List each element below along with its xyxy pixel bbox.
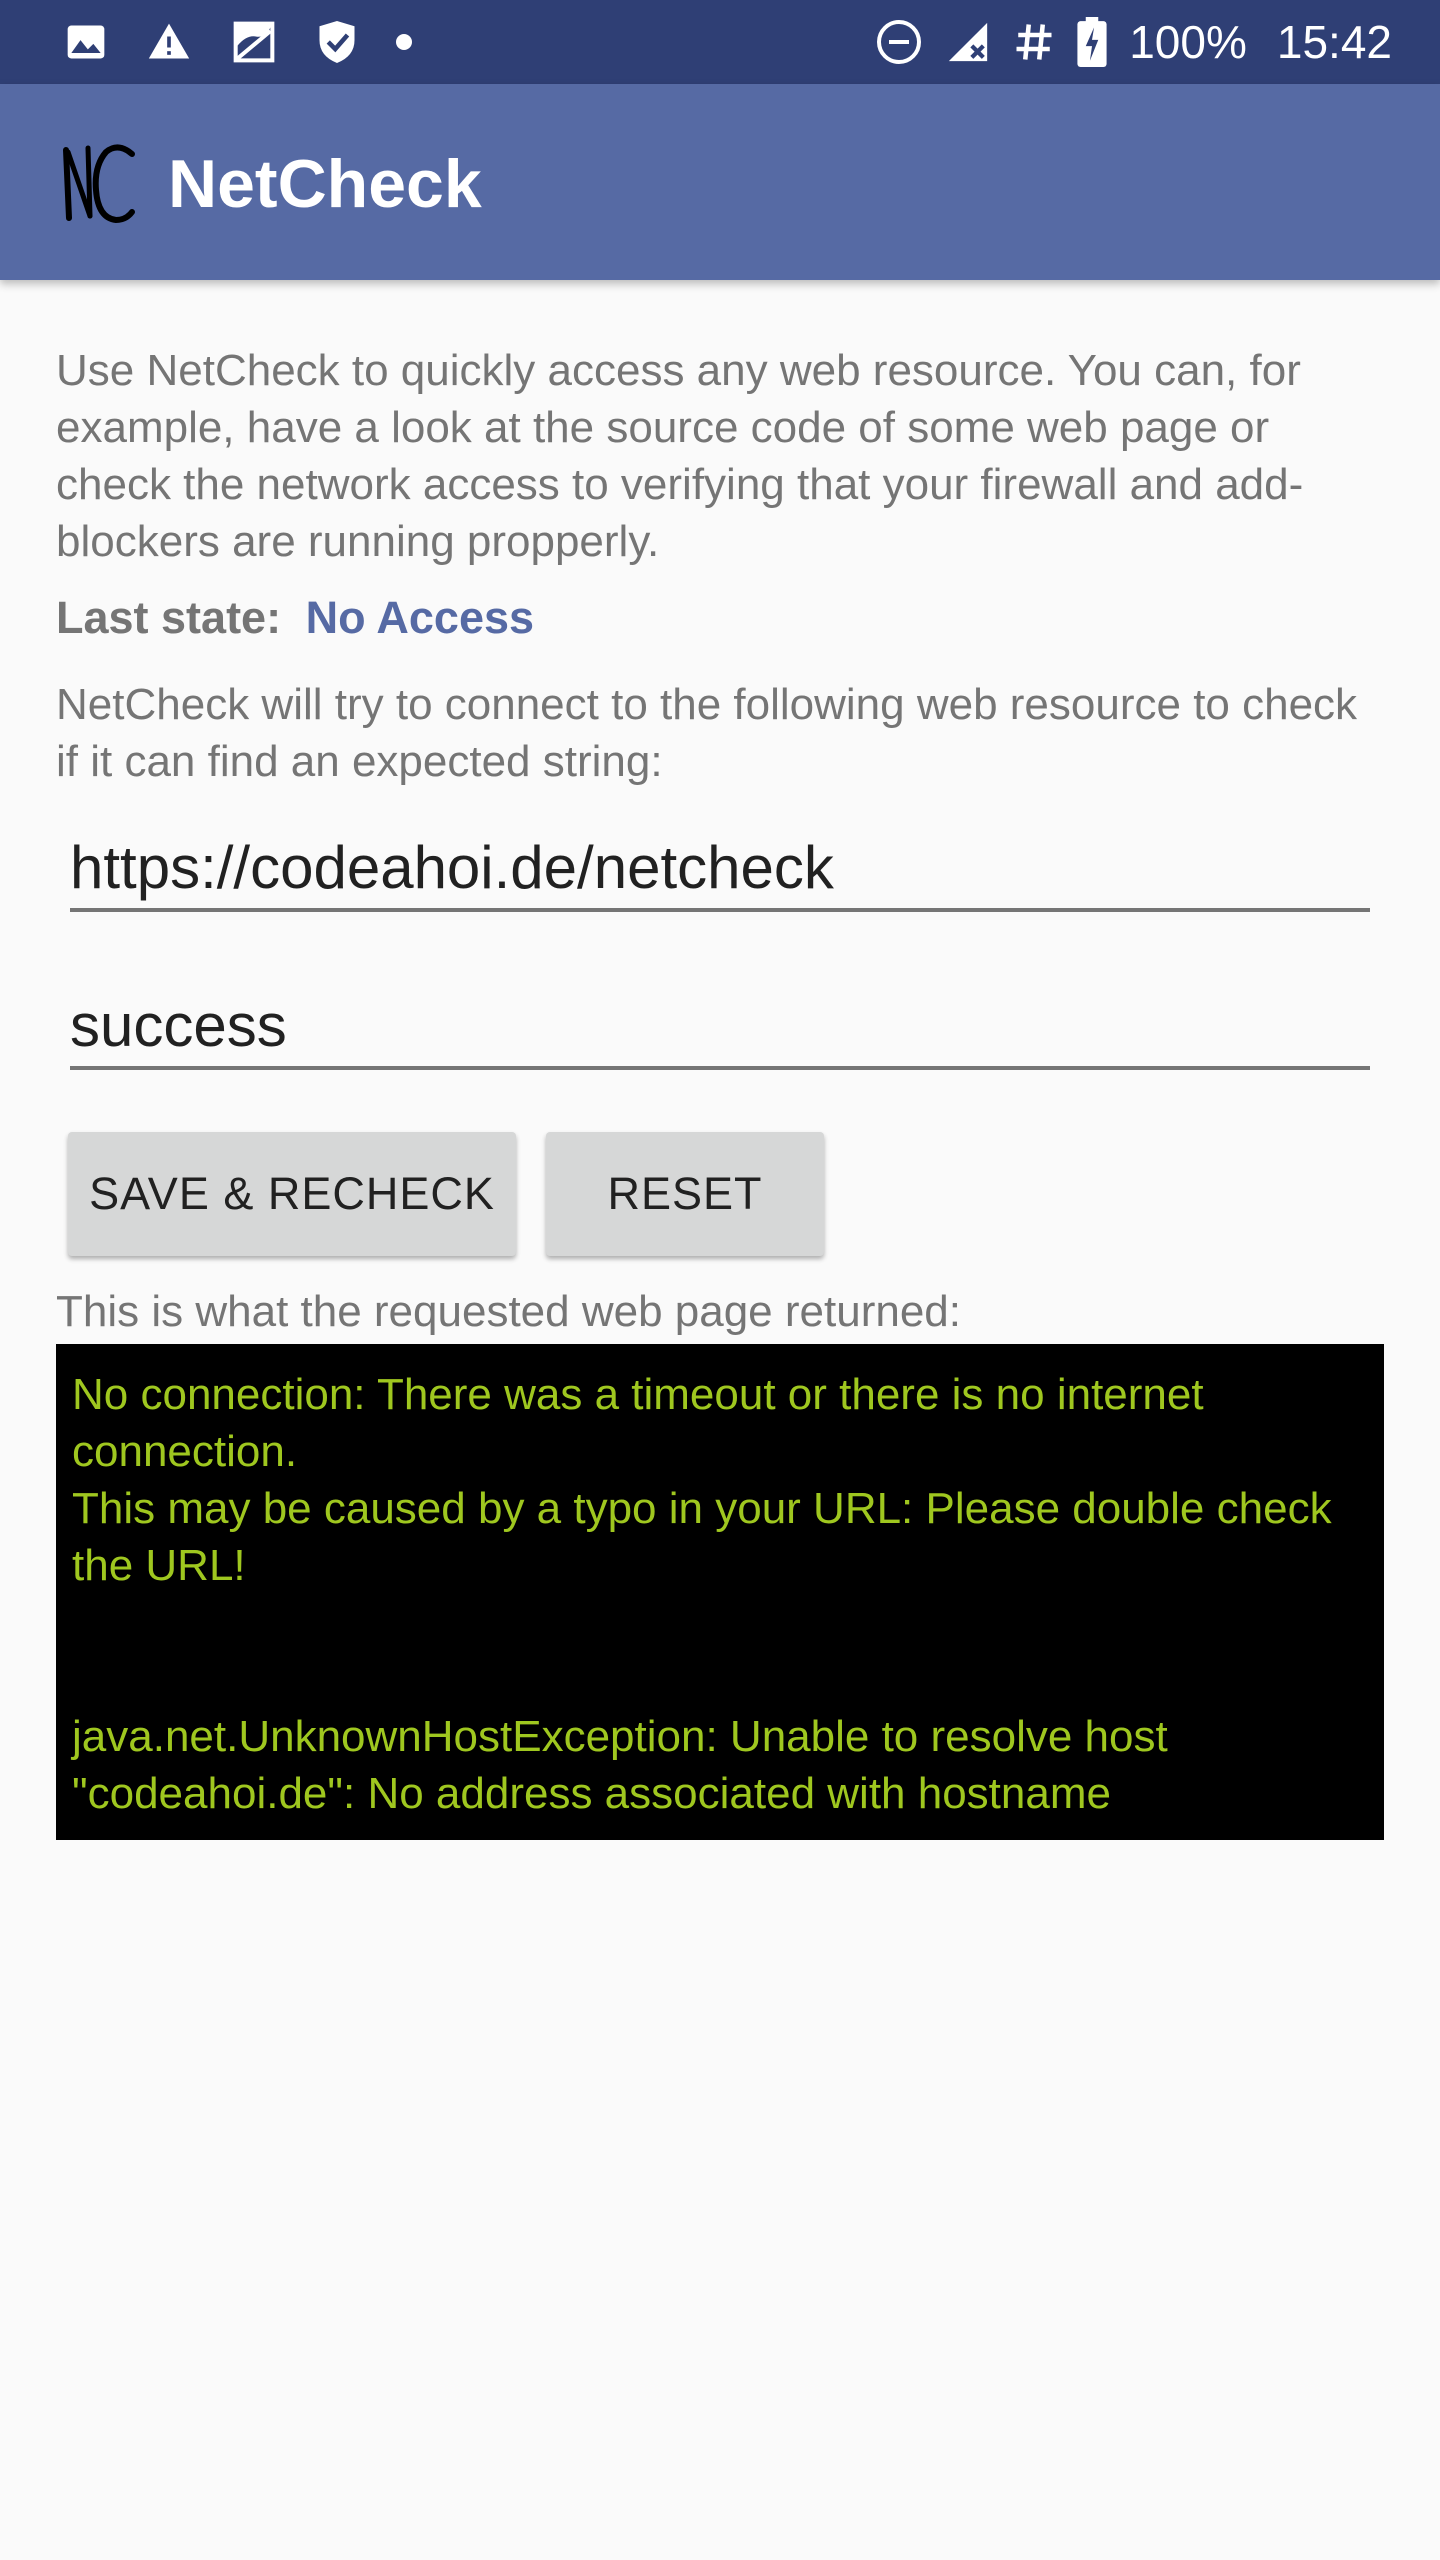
connect-description: NetCheck will try to connect to the foll… bbox=[56, 680, 1358, 786]
shield-check-icon bbox=[319, 21, 355, 63]
battery-percent: 100% bbox=[1129, 16, 1247, 68]
do-not-disturb-icon bbox=[877, 20, 922, 64]
clock: 15:42 bbox=[1276, 16, 1392, 68]
sd-card-icon bbox=[233, 21, 275, 63]
app-logo-icon bbox=[63, 144, 135, 224]
response-output-text: No connection: There was a timeout or th… bbox=[72, 1370, 1332, 1818]
save-recheck-button[interactable]: SAVE & RECHECK bbox=[68, 1132, 516, 1256]
status-notifications bbox=[64, 18, 412, 66]
app-bar: NetCheck bbox=[0, 84, 1440, 280]
last-state-row: Last state: No Access bbox=[56, 590, 534, 646]
url-input[interactable] bbox=[70, 828, 1370, 912]
last-state-label: Last state: bbox=[56, 592, 282, 643]
hash-icon bbox=[1016, 24, 1052, 60]
returned-label: This is what the requested web page retu… bbox=[56, 1287, 961, 1336]
reset-button[interactable]: RESET bbox=[546, 1132, 824, 1256]
warning-icon bbox=[148, 23, 190, 59]
netcheck-screen: 100% 15:42 NetCheck Use NetCheck to quic… bbox=[0, 0, 1440, 2560]
no-signal-icon bbox=[949, 22, 988, 62]
expected-string-input[interactable] bbox=[70, 986, 1370, 1070]
dot-icon bbox=[396, 34, 412, 50]
battery-charging-icon bbox=[1077, 17, 1107, 67]
intro-text: Use NetCheck to quickly access any web r… bbox=[56, 346, 1304, 566]
status-system: 100% 15:42 bbox=[875, 14, 1392, 70]
last-state-value: No Access bbox=[305, 592, 535, 643]
status-bar: 100% 15:42 bbox=[0, 0, 1440, 84]
response-output-panel[interactable]: No connection: There was a timeout or th… bbox=[56, 1344, 1384, 1840]
app-title: NetCheck bbox=[168, 146, 482, 222]
image-icon bbox=[67, 25, 105, 59]
